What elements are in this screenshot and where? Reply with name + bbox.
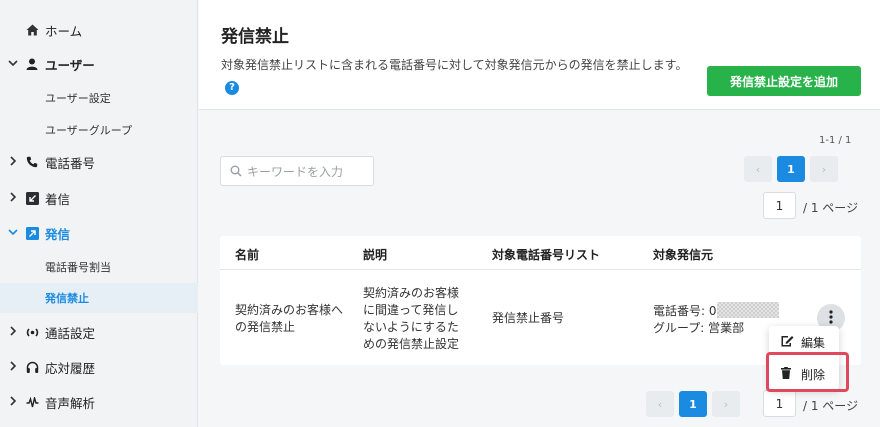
sidebar: ホーム ユーザー ユーザー設定 ユーザーグループ 電話番号 着信 発信 電話番号… bbox=[0, 0, 198, 427]
search-input[interactable] bbox=[247, 163, 367, 181]
sidebar-label: 発信禁止 bbox=[45, 292, 89, 305]
result-count: 1-1 / 1 bbox=[819, 135, 852, 146]
main-content: 発信禁止 対象発信禁止リストに含まれる電話番号に対して対象発信元からの発信を禁止… bbox=[199, 0, 880, 427]
sidebar-item-outgoing[interactable]: 発信 bbox=[0, 216, 198, 250]
page-total-bottom: / 1 ページ bbox=[803, 399, 859, 413]
masked-phone-number bbox=[716, 302, 779, 318]
cell-description: 契約済みのお客様に間違って発信しないようにするための発信禁止設定 bbox=[363, 286, 460, 351]
sidebar-item-phone-numbers[interactable]: 電話番号 bbox=[0, 145, 198, 179]
phone-icon bbox=[25, 155, 39, 169]
kebab-icon bbox=[829, 309, 833, 327]
column-header-name: 名前 bbox=[235, 248, 260, 262]
cell-target-list: 発信禁止番号 bbox=[492, 311, 565, 325]
incoming-icon bbox=[25, 191, 39, 205]
sidebar-label: ホーム bbox=[45, 23, 83, 39]
chevron-down-icon bbox=[6, 59, 20, 70]
menu-item-label: 編集 bbox=[801, 335, 826, 350]
add-outgoing-block-button[interactable]: 発信禁止設定を追加 bbox=[707, 66, 861, 96]
sidebar-item-users[interactable]: ユーザー bbox=[0, 47, 198, 81]
sidebar-label: 電話番号 bbox=[45, 155, 96, 171]
outgoing-block-table: 名前 説明 対象電話番号リスト 対象発信元 契約済みのお客様への発信禁止 契約済… bbox=[220, 236, 861, 365]
menu-item-label: 削除 bbox=[801, 367, 826, 382]
sidebar-label: 発信 bbox=[45, 226, 71, 242]
chevron-right-icon bbox=[6, 360, 20, 374]
chevron-right-icon bbox=[6, 325, 20, 339]
column-header-source: 対象発信元 bbox=[653, 248, 714, 262]
sidebar-label: ユーザー設定 bbox=[45, 92, 111, 105]
call-settings-icon bbox=[25, 325, 39, 339]
headset-icon bbox=[25, 360, 39, 374]
sidebar-item-history[interactable]: 応対履歴 bbox=[0, 350, 198, 384]
page-number-input-bottom[interactable] bbox=[763, 390, 796, 417]
column-header-target-list: 対象電話番号リスト bbox=[492, 248, 601, 262]
user-icon bbox=[25, 57, 39, 71]
outgoing-icon bbox=[25, 226, 39, 240]
column-header-description: 説明 bbox=[363, 248, 388, 262]
sidebar-label: ユーザーグループ bbox=[45, 124, 133, 137]
row-context-menu: 編集 削除 bbox=[769, 326, 839, 390]
search-box bbox=[220, 156, 374, 186]
source-phone: 電話番号: 0 bbox=[653, 302, 803, 320]
pagination-prev-button-bottom[interactable]: ‹ bbox=[646, 391, 674, 417]
sidebar-label: 音声解析 bbox=[45, 395, 96, 411]
sidebar-subitem-user-groups[interactable]: ユーザーグループ bbox=[0, 115, 198, 145]
help-icon[interactable]: ? bbox=[225, 80, 239, 95]
menu-item-edit[interactable]: 編集 bbox=[769, 328, 839, 356]
sidebar-label: 電話番号割当 bbox=[45, 261, 111, 274]
page-description-text: 対象発信禁止リストに含まれる電話番号に対して対象発信元からの発信を禁止します。 bbox=[221, 58, 688, 72]
page-title: 発信禁止 bbox=[221, 27, 289, 47]
waveform-icon bbox=[25, 395, 39, 409]
sidebar-subitem-user-settings[interactable]: ユーザー設定 bbox=[0, 83, 198, 113]
cell-name: 契約済みのお客様への発信禁止 bbox=[235, 303, 344, 334]
sidebar-subitem-outgoing-block[interactable]: 発信禁止 bbox=[0, 283, 198, 313]
menu-item-delete[interactable]: 削除 bbox=[769, 360, 839, 388]
sidebar-item-incoming[interactable]: 着信 bbox=[0, 181, 198, 215]
chevron-down-icon bbox=[6, 228, 20, 239]
source-phone-label: 電話番号: 0 bbox=[653, 304, 717, 318]
pagination-prev-button[interactable]: ‹ bbox=[744, 156, 772, 182]
sidebar-item-voice-analysis[interactable]: 音声解析 bbox=[0, 385, 198, 419]
sidebar-label: 着信 bbox=[45, 191, 71, 207]
sidebar-item-call-settings[interactable]: 通話設定 bbox=[0, 315, 198, 349]
home-icon bbox=[25, 23, 39, 37]
header-divider bbox=[220, 269, 861, 270]
sidebar-label: 通話設定 bbox=[45, 325, 96, 341]
chevron-right-icon bbox=[6, 191, 20, 205]
search-icon bbox=[230, 165, 242, 180]
pagination-next-button[interactable]: › bbox=[810, 156, 838, 182]
edit-icon bbox=[781, 335, 794, 350]
pagination-current-page-bottom[interactable]: 1 bbox=[679, 391, 707, 417]
chevron-right-icon bbox=[6, 395, 20, 409]
chevron-right-icon bbox=[6, 155, 20, 169]
sidebar-subitem-number-assignment[interactable]: 電話番号割当 bbox=[0, 252, 198, 282]
pagination-current-page[interactable]: 1 bbox=[777, 156, 805, 182]
page-number-input[interactable] bbox=[763, 192, 796, 219]
page-description: 対象発信禁止リストに含まれる電話番号に対して対象発信元からの発信を禁止します。? bbox=[221, 56, 691, 95]
trash-icon bbox=[781, 366, 791, 382]
page-header: 発信禁止 対象発信禁止リストに含まれる電話番号に対して対象発信元からの発信を禁止… bbox=[199, 0, 880, 110]
page-total: / 1 ページ bbox=[803, 201, 859, 215]
sidebar-label: 応対履歴 bbox=[45, 360, 96, 376]
sidebar-item-home[interactable]: ホーム bbox=[0, 13, 198, 47]
pagination-next-button-bottom[interactable]: › bbox=[712, 391, 740, 417]
sidebar-label: ユーザー bbox=[45, 57, 95, 73]
